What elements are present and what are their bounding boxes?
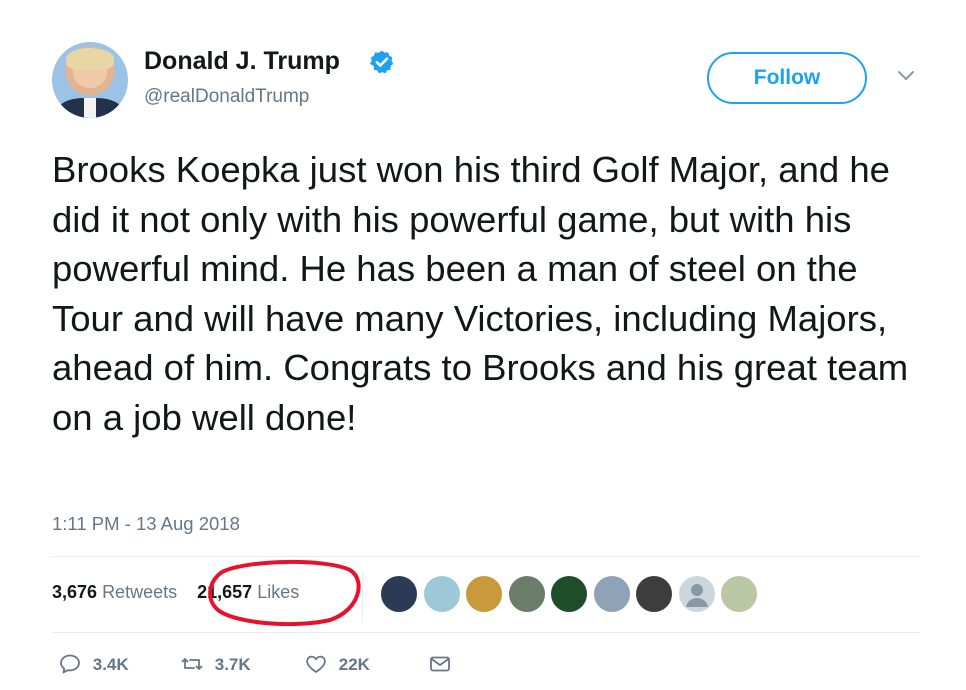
liker-avatar-icon[interactable] xyxy=(720,575,758,613)
likes-count: 21,657 xyxy=(197,582,253,602)
follow-button[interactable]: Follow xyxy=(707,52,867,104)
reply-action[interactable]: 3.4K xyxy=(58,652,129,678)
reply-icon xyxy=(60,654,80,674)
author-avatar[interactable] xyxy=(52,42,128,118)
retweets-count: 3,676 xyxy=(52,582,98,602)
liker-avatar-icon[interactable] xyxy=(422,575,461,613)
liker-avatar-icon[interactable] xyxy=(380,575,418,613)
like-count: 22K xyxy=(338,655,370,674)
retweet-action[interactable]: 3.7K xyxy=(180,652,251,678)
avatar-hair xyxy=(66,48,114,70)
verified-badge-icon xyxy=(369,50,394,74)
author-name[interactable]: Donald J. Trump xyxy=(144,47,340,76)
likes-stat[interactable]: 21,657 Likes xyxy=(197,582,299,602)
likes-label: Likes xyxy=(257,582,300,602)
stats-separator xyxy=(362,572,363,622)
tweet-timestamp[interactable]: 1:11 PM - 13 Aug 2018 xyxy=(52,513,240,535)
author-handle[interactable]: @realDonaldTrump xyxy=(144,86,309,108)
divider-bottom xyxy=(52,632,920,633)
like-action[interactable]: 22K xyxy=(304,652,370,678)
liker-avatar-icon[interactable] xyxy=(465,575,503,613)
retweet-icon xyxy=(181,658,203,670)
heart-icon xyxy=(306,655,326,673)
envelope-icon xyxy=(430,656,450,672)
tweet-text: Brooks Koepka just won his third Golf Ma… xyxy=(52,149,909,438)
liker-avatar-icon[interactable] xyxy=(507,575,546,613)
chevron-down-icon[interactable] xyxy=(896,69,916,83)
liker-avatar-icon[interactable] xyxy=(592,575,631,613)
liker-avatar-icon[interactable] xyxy=(550,575,588,613)
stats-row: 3,676 Retweets 21,657 Likes xyxy=(52,582,299,608)
direct-message-action[interactable] xyxy=(428,652,452,678)
retweets-label: Retweets xyxy=(102,582,178,602)
retweets-stat[interactable]: 3,676 Retweets xyxy=(52,582,182,602)
reply-count: 3.4K xyxy=(92,655,129,674)
default-avatar-icon[interactable] xyxy=(677,575,716,613)
retweet-count: 3.7K xyxy=(214,655,251,674)
liker-avatar-icon[interactable] xyxy=(635,575,673,613)
divider-top xyxy=(52,556,920,557)
avatar-shirt xyxy=(84,98,96,118)
